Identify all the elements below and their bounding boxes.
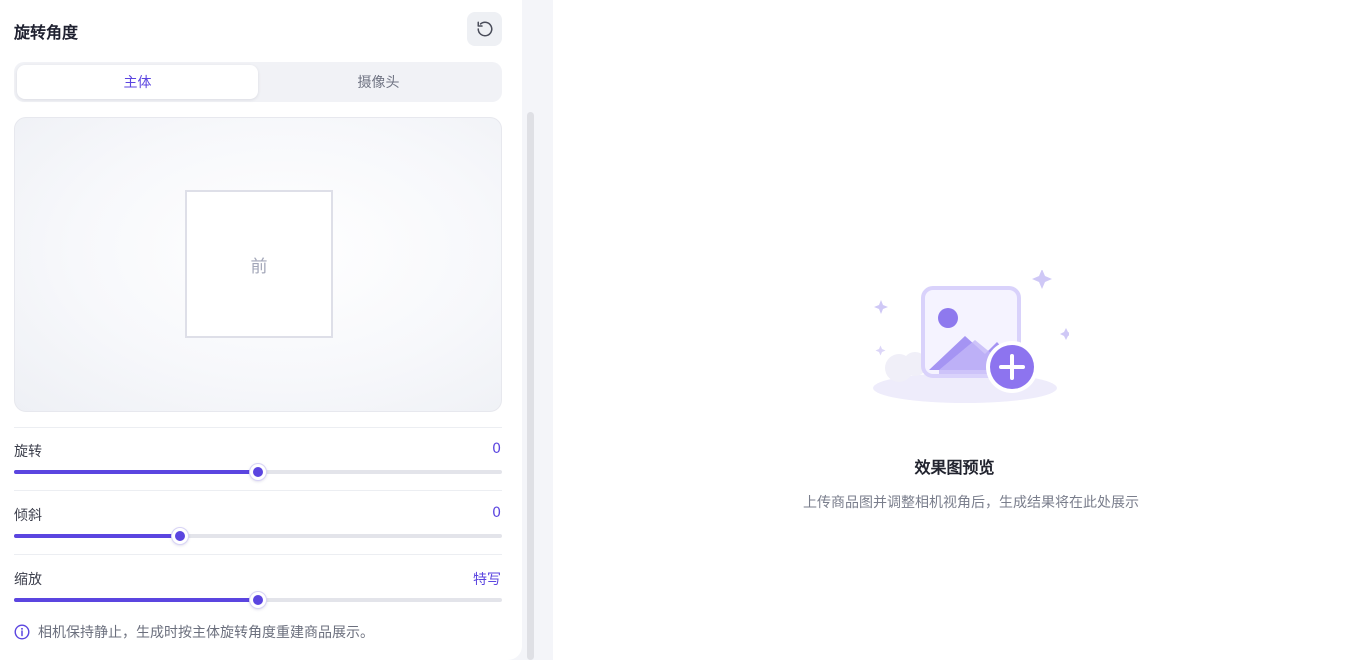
zoom-value: 特写 [473, 572, 501, 588]
zoom-slider-thumb[interactable] [250, 592, 266, 608]
tab-subject[interactable]: 主体 [17, 65, 258, 99]
panel-scrollbar[interactable] [527, 112, 534, 660]
rotate-label: 旋转 [14, 444, 42, 460]
mode-tabs: 主体 摄像头 [14, 62, 502, 102]
divider [14, 427, 502, 428]
panel-title: 旋转角度 [14, 23, 79, 42]
rotate-slider-fill [14, 470, 258, 474]
zoom-label: 缩放 [14, 572, 42, 588]
divider [14, 554, 502, 555]
rotate-ccw-icon [477, 21, 492, 37]
preview-title: 效果图预览 [914, 458, 995, 477]
preview-subtitle: 上传商品图并调整相机视角后，生成结果将在此处展示 [803, 495, 1139, 511]
tab-camera[interactable]: 摄像头 [258, 65, 499, 99]
info-icon [14, 624, 30, 640]
image-add-icon [869, 269, 1072, 414]
zoom-slider-fill [14, 598, 258, 602]
reset-button[interactable] [467, 12, 502, 46]
tilt-label: 倾斜 [14, 508, 42, 524]
rotation-panel: 旋转角度 主体 摄像头 前 旋转 0 倾斜 0 缩放 特写 相机保持静止，生成时… [0, 0, 522, 660]
hint-text: 相机保持静止，生成时按主体旋转角度重建商品展示。 [38, 625, 374, 641]
divider [14, 490, 502, 491]
hint: 相机保持静止，生成时按主体旋转角度重建商品展示。 [14, 622, 374, 642]
rotate-slider-thumb[interactable] [250, 464, 266, 480]
tilt-slider-fill [14, 534, 180, 538]
tilt-slider-thumb[interactable] [171, 528, 188, 544]
rotation-stage[interactable]: 前 [14, 117, 502, 412]
tilt-slider[interactable] [14, 528, 502, 544]
cube-front-face[interactable]: 前 [185, 190, 333, 338]
tilt-value: 0 [492, 505, 501, 521]
preview-area: 效果图预览 上传商品图并调整相机视角后，生成结果将在此处展示 [553, 0, 1356, 660]
zoom-slider[interactable] [14, 592, 502, 608]
rotate-value: 0 [492, 441, 501, 457]
rotate-slider[interactable] [14, 464, 502, 480]
